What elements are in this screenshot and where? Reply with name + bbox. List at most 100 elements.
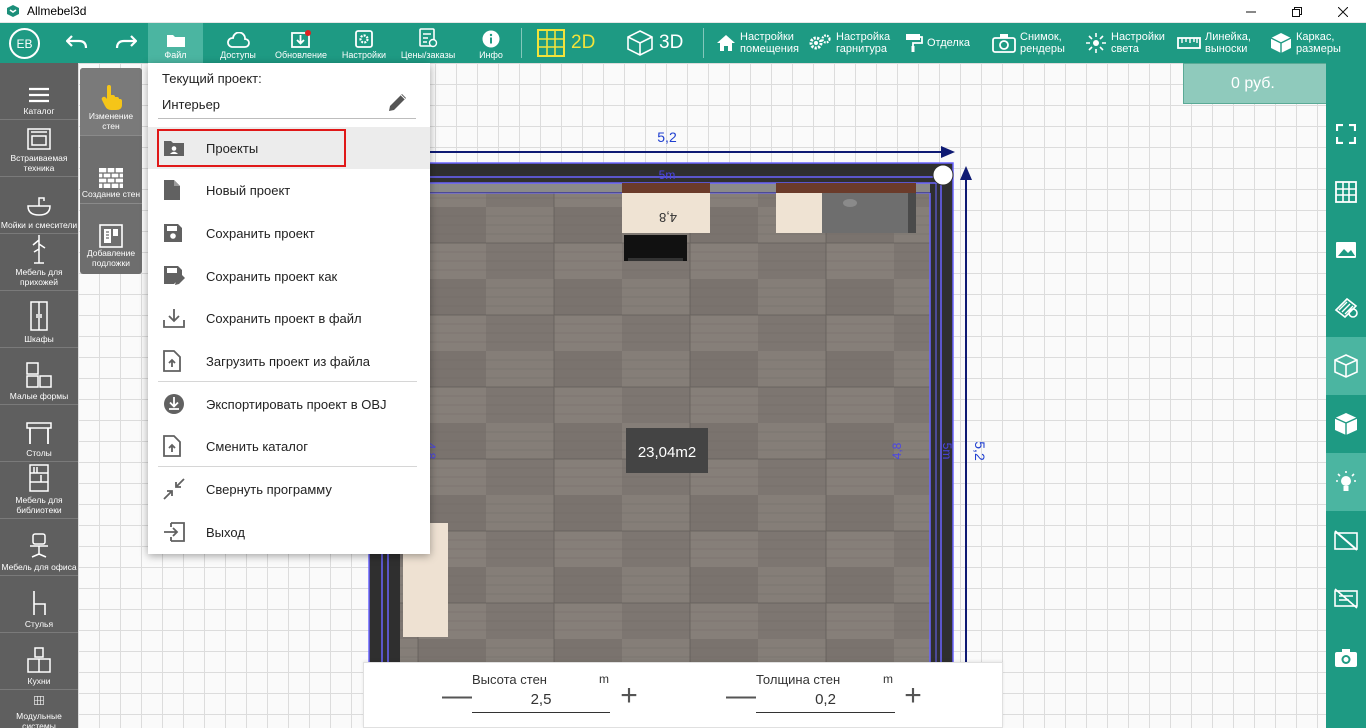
ruler-button[interactable]: Линейка, выноски bbox=[1177, 23, 1251, 63]
sidebar-item-built-in[interactable]: Встраиваемая техника bbox=[0, 120, 78, 177]
floor-texture-button[interactable] bbox=[1326, 279, 1366, 337]
mode-3d-label: 3D bbox=[659, 32, 684, 53]
menu-item-label: Выход bbox=[206, 524, 245, 540]
wall-params-panel: — Высота стен m 2,5 + — Толщина стен m 0… bbox=[363, 662, 1003, 728]
frame-button[interactable]: Каркас, размеры bbox=[1270, 23, 1341, 63]
set-settings-label-1: Настройка bbox=[836, 31, 891, 43]
sidebar-item-catalog[interactable]: Каталог bbox=[0, 63, 78, 120]
sidebar-item-kitchens[interactable]: Кухни bbox=[0, 633, 78, 690]
thickness-input[interactable]: 0,2 bbox=[756, 691, 895, 713]
update-button[interactable]: Обновление bbox=[274, 23, 328, 63]
fullscreen-icon bbox=[1336, 124, 1356, 144]
home-icon bbox=[717, 35, 735, 51]
hide-labels-button[interactable] bbox=[1326, 569, 1366, 627]
dimension-right-wall: 4,8 bbox=[890, 442, 904, 459]
project-name[interactable]: Интерьер bbox=[162, 97, 220, 112]
modules-icon bbox=[34, 696, 44, 705]
info-button[interactable]: Инфо bbox=[472, 23, 510, 63]
sidebar-item-label: Мебель для библиотеки bbox=[15, 495, 63, 515]
sidebar-item-office[interactable]: Мебель для офиса bbox=[0, 519, 78, 576]
create-walls-tool[interactable]: Создание стен bbox=[80, 136, 142, 204]
menu-item-minimize-app[interactable]: Свернуть программу bbox=[148, 468, 430, 510]
access-button[interactable]: Доступы bbox=[212, 23, 264, 63]
solid-box-button[interactable] bbox=[1326, 395, 1366, 453]
sidebar-item-modules[interactable]: Модульные системы bbox=[0, 690, 78, 728]
edit-walls-tool[interactable]: Изменение стен bbox=[80, 68, 142, 136]
room-settings-label-2: помещения bbox=[740, 43, 799, 55]
menu-item-load-from-file[interactable]: Загрузить проект из файла bbox=[148, 340, 430, 382]
set-settings-button[interactable]: Настройка гарнитура bbox=[808, 23, 890, 63]
pencil-icon[interactable] bbox=[386, 90, 410, 114]
thickness-decrease-button[interactable]: — bbox=[726, 681, 756, 711]
furniture-top-cabinet-2[interactable] bbox=[776, 193, 822, 233]
user-avatar[interactable]: EB bbox=[9, 28, 40, 59]
gears-icon bbox=[809, 34, 831, 50]
height-input[interactable]: 2,5 bbox=[472, 691, 610, 713]
height-increase-button[interactable]: + bbox=[616, 681, 642, 711]
room-settings-button[interactable]: Настройки помещения bbox=[716, 23, 799, 63]
light-button[interactable]: Настройки света bbox=[1085, 23, 1165, 63]
add-underlay-label: Добавление подложки bbox=[86, 248, 136, 268]
menu-item-save-project-as[interactable]: Сохранить проект как bbox=[148, 255, 430, 297]
set-settings-label-2: гарнитура bbox=[836, 43, 887, 55]
cube-3d-icon bbox=[627, 30, 653, 56]
redo-button[interactable] bbox=[111, 23, 141, 63]
snapshot-button[interactable]: Снимок, рендеры bbox=[992, 23, 1065, 63]
sidebar-item-chairs[interactable]: Стулья bbox=[0, 576, 78, 633]
screenshot-button[interactable] bbox=[1326, 629, 1366, 687]
image-button[interactable] bbox=[1326, 221, 1366, 279]
menu-item-exit[interactable]: Выход bbox=[148, 511, 430, 553]
menu-item-export-obj[interactable]: Экспортировать проект в OBJ bbox=[148, 383, 430, 425]
menu-item-label: Сменить каталог bbox=[206, 438, 308, 454]
sidebar-item-wardrobes[interactable]: Шкафы bbox=[0, 291, 78, 348]
minimize-button[interactable] bbox=[1228, 0, 1274, 23]
file-button[interactable]: Файл bbox=[148, 23, 203, 63]
hide-walls-button[interactable] bbox=[1326, 511, 1366, 569]
furniture-sink-cabinet[interactable] bbox=[822, 193, 908, 233]
grid-toggle-button[interactable] bbox=[1326, 163, 1366, 221]
fullscreen-button[interactable] bbox=[1326, 105, 1366, 163]
thickness-increase-button[interactable]: + bbox=[900, 681, 926, 711]
restore-button[interactable] bbox=[1274, 0, 1320, 23]
main-toolbar: EB Файл Доступы Обновление Настройки Цен… bbox=[0, 23, 1366, 63]
wall-corner-handle[interactable] bbox=[932, 164, 954, 186]
undo-button[interactable] bbox=[62, 23, 92, 63]
oven-icon bbox=[27, 128, 51, 150]
image-icon bbox=[1336, 242, 1356, 258]
sidebar-item-label: Малые формы bbox=[9, 391, 69, 401]
settings-button[interactable]: Настройки bbox=[338, 23, 390, 63]
sidebar-item-sinks[interactable]: Мойки и смесители bbox=[0, 177, 78, 234]
sidebar-item-hallway[interactable]: Мебель для прихожей bbox=[0, 234, 78, 291]
menu-item-save-project[interactable]: Сохранить проект bbox=[148, 212, 430, 254]
sidebar-item-library[interactable]: Мебель для библиотеки bbox=[0, 462, 78, 519]
menu-item-save-to-file[interactable]: Сохранить проект в файл bbox=[148, 297, 430, 339]
close-button[interactable] bbox=[1320, 0, 1366, 23]
wall-tools-panel: Изменение стен Создание стен Добавление … bbox=[80, 68, 142, 274]
finish-label: Отделка bbox=[927, 37, 970, 49]
frame-label-2: размеры bbox=[1296, 43, 1341, 55]
paint-roller-icon bbox=[906, 34, 923, 52]
sidebar-item-label: Столы bbox=[26, 448, 52, 458]
furniture-appliance[interactable] bbox=[624, 235, 687, 261]
menu-item-change-catalog[interactable]: Сменить каталог bbox=[148, 425, 430, 467]
sidebar-item-small-forms[interactable]: Малые формы bbox=[0, 348, 78, 405]
mode-2d-button[interactable]: 2D bbox=[537, 23, 595, 63]
add-underlay-tool[interactable]: Добавление подложки bbox=[80, 204, 142, 272]
toolbar-divider bbox=[521, 28, 522, 58]
menu-item-new-project[interactable]: Новый проект bbox=[148, 169, 430, 211]
prices-button[interactable]: Цены/заказы bbox=[396, 23, 460, 63]
lamp-button[interactable] bbox=[1326, 453, 1366, 511]
finish-button[interactable]: Отделка bbox=[905, 23, 970, 63]
height-decrease-button[interactable]: — bbox=[442, 681, 472, 711]
edit-walls-label: Изменение стен bbox=[88, 111, 134, 131]
walls-transparency-button[interactable] bbox=[1326, 337, 1366, 395]
mode-3d-button[interactable]: 3D bbox=[626, 23, 683, 63]
light-label-1: Настройки bbox=[1111, 31, 1165, 43]
menu-icon bbox=[29, 87, 49, 103]
solid-cube-icon bbox=[1334, 413, 1358, 435]
thickness-label: Толщина стен bbox=[756, 672, 841, 687]
sidebar-item-tables[interactable]: Столы bbox=[0, 405, 78, 462]
right-toolbar bbox=[1326, 63, 1366, 728]
brick-wall-icon bbox=[99, 168, 123, 188]
light-label-2: света bbox=[1111, 43, 1140, 55]
